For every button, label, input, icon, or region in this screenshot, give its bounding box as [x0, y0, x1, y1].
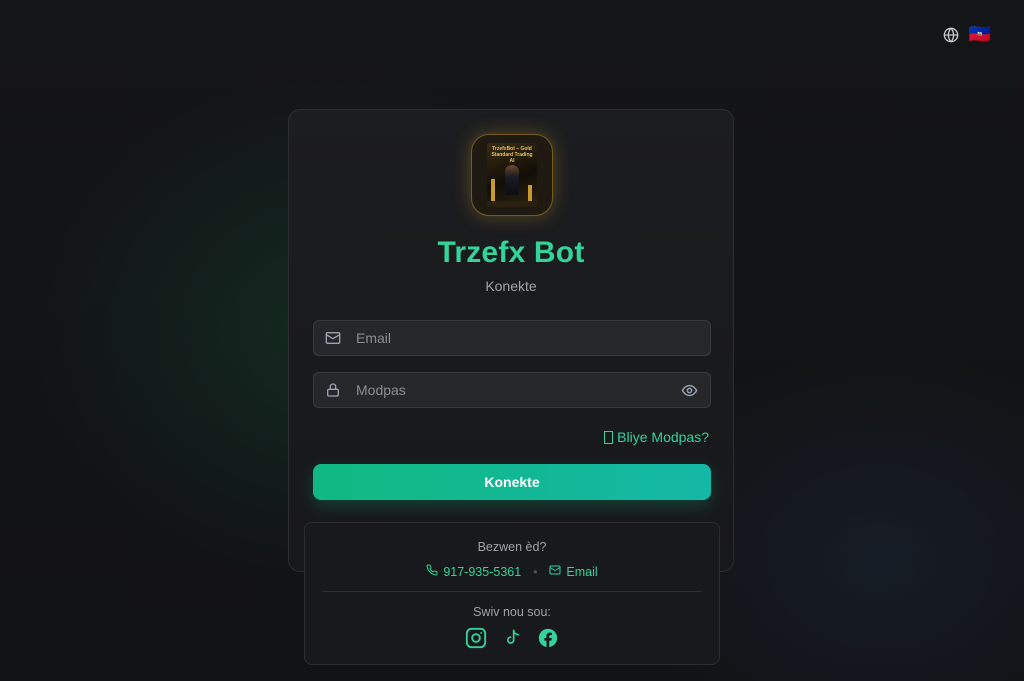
separator-dot: •	[533, 564, 538, 579]
divider	[322, 591, 702, 592]
follow-label: Swiv nou sou:	[473, 605, 551, 619]
app-logo: TrzefxBot – Gold Standard Trading AI	[471, 134, 553, 216]
forgot-password-link[interactable]: Bliye Modpas?	[604, 429, 709, 445]
contact-card: Bezwen èd? 917-935-5361 • Email Swiv nou…	[304, 522, 720, 665]
eye-icon[interactable]	[681, 381, 699, 399]
social-links	[305, 627, 719, 649]
contact-links: 917-935-5361 • Email	[305, 564, 719, 579]
logo-image: TrzefxBot – Gold Standard Trading AI	[487, 143, 537, 207]
lock-icon	[325, 382, 341, 398]
instagram-icon[interactable]	[465, 627, 487, 649]
globe-icon[interactable]	[941, 25, 961, 45]
language-selector[interactable]: 🇭🇹	[969, 24, 992, 45]
phone-number: 917-935-5361	[443, 564, 522, 579]
logo-text: TrzefxBot – Gold Standard Trading AI	[491, 146, 533, 164]
forgot-password-label: Bliye Modpas?	[617, 429, 709, 445]
mail-icon	[325, 330, 341, 346]
password-field[interactable]	[313, 372, 711, 408]
header-controls: 🇭🇹	[941, 24, 992, 45]
app-title: Trzefx Bot	[437, 236, 585, 269]
phone-link[interactable]: 917-935-5361	[426, 564, 521, 579]
email-input[interactable]	[354, 320, 710, 356]
phone-icon	[426, 564, 438, 579]
help-question: Bezwen èd?	[477, 540, 547, 554]
login-card: TrzefxBot – Gold Standard Trading AI Trz…	[288, 109, 734, 572]
tiktok-icon[interactable]	[501, 627, 523, 649]
login-subtitle: Konekte	[485, 278, 537, 294]
login-button[interactable]: Konekte	[313, 464, 711, 500]
facebook-icon[interactable]	[537, 627, 559, 649]
email-link[interactable]: Email	[549, 564, 598, 579]
password-input[interactable]	[354, 372, 681, 408]
email-link-label: Email	[566, 564, 598, 579]
key-icon	[604, 430, 614, 444]
email-field[interactable]	[313, 320, 711, 356]
mail-icon	[549, 564, 561, 579]
